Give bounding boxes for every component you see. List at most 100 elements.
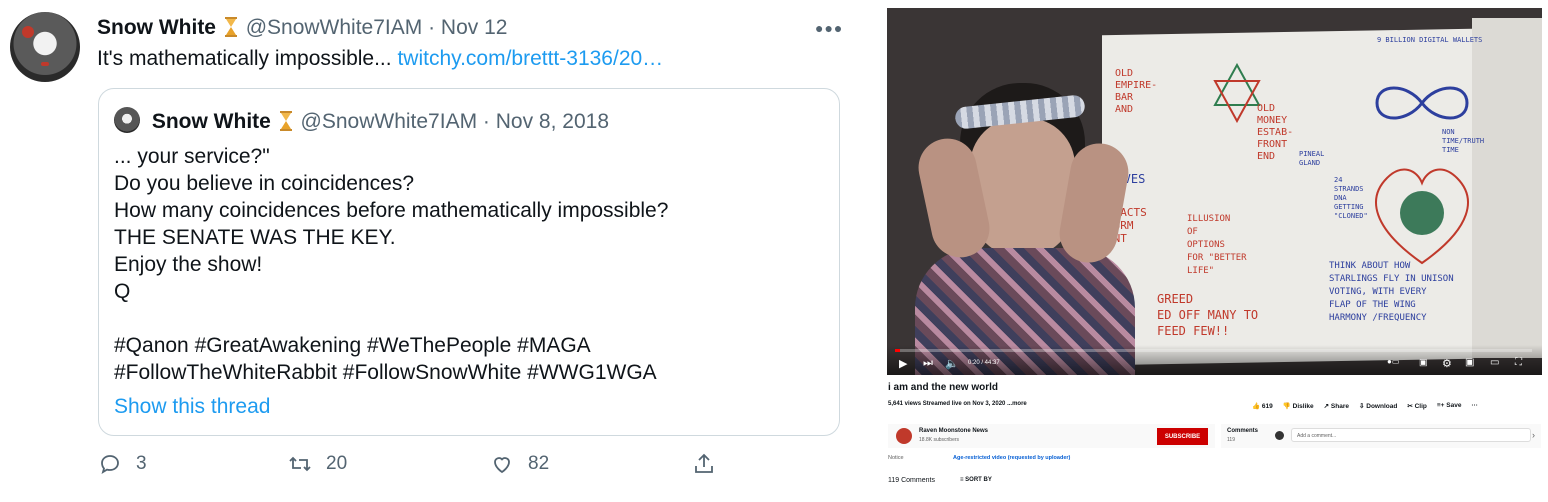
tweet-header: Snow White @SnowWhite7IAM · Nov 12 xyxy=(97,16,507,40)
comments-count: 119 Comments xyxy=(888,477,935,484)
hourglass-icon xyxy=(279,111,292,131)
tweet-link[interactable]: twitchy.com/brettt-3136/20… xyxy=(397,47,663,70)
notice-value[interactable]: Age-restricted video (requested by uploa… xyxy=(953,455,1070,461)
share-icon xyxy=(695,453,713,473)
volume-icon[interactable]: 🔈 xyxy=(945,357,959,370)
quoted-tweet[interactable]: Snow White @SnowWhite7IAM · Nov 8, 2018 … xyxy=(98,88,840,436)
more-icon[interactable]: ●●● xyxy=(815,20,843,36)
download-button[interactable]: ⇩ Download xyxy=(1359,402,1397,410)
notice-label: Notice xyxy=(888,455,904,461)
board-text-pineal: PINEAL GLAND xyxy=(1299,150,1325,167)
board-text-think: THINK ABOUT HOW STARLINGS FLY IN UNISON … xyxy=(1329,261,1454,323)
board-text-time: NON TIME/TRUTH TIME xyxy=(1442,128,1485,154)
more-actions-icon[interactable]: ··· xyxy=(1471,402,1478,410)
miniplayer-icon[interactable]: ▣ xyxy=(1465,357,1474,368)
clip-button[interactable]: ✂ Clip xyxy=(1407,402,1427,410)
autoplay-toggle[interactable]: ●▭ xyxy=(1387,357,1399,366)
quoted-author-avatar xyxy=(114,107,140,133)
star-of-david-drawing xyxy=(1213,63,1261,123)
play-icon[interactable]: ▶ xyxy=(899,357,907,370)
author-name[interactable]: Snow White xyxy=(97,16,216,39)
dislike-label: Dislike xyxy=(1292,403,1314,410)
like-count: 82 xyxy=(528,453,550,474)
progress-fill xyxy=(895,349,900,352)
show-thread-link[interactable]: Show this thread xyxy=(114,395,270,419)
quoted-line: THE SENATE WAS THE KEY. xyxy=(114,226,396,249)
time-display: 0:20 / 44:37 xyxy=(968,360,1000,366)
board-text-billion: 9 BILLION DIGITAL WALLETS xyxy=(1377,36,1483,44)
fullscreen-icon[interactable]: ⛶ xyxy=(1515,357,1522,368)
user-avatar xyxy=(1275,431,1284,440)
board-text-illusion: ILLUSION OF OPTIONS FOR "BETTER LIFE" xyxy=(1187,214,1247,276)
theater-icon[interactable]: ▭ xyxy=(1490,357,1499,368)
quoted-tweet-header: Snow White @SnowWhite7IAM · Nov 8, 2018 xyxy=(114,107,609,134)
tweet: Snow White @SnowWhite7IAM · Nov 12 ●●● I… xyxy=(0,0,862,502)
player-controls: ▶ ⏭ 🔈 0:20 / 44:37 ●▭ ▣ ⚙ ▣ ▭ ⛶ xyxy=(887,345,1542,375)
quoted-line-hashtags: #FollowTheWhiteRabbit #FollowSnowWhite #… xyxy=(114,361,657,384)
infinity-drawing xyxy=(1375,86,1469,120)
tweet-actions: 3 20 82 xyxy=(98,452,738,482)
avatar-lips xyxy=(41,62,49,66)
progress-bar[interactable] xyxy=(895,349,1532,352)
retweet-icon xyxy=(289,456,311,472)
next-icon[interactable]: ⏭ xyxy=(923,357,933,370)
heart-icon xyxy=(494,457,510,474)
board-text-strands: 24 STRANDS DNA GETTING "CLONED" xyxy=(1334,176,1368,220)
like-button[interactable]: 82 xyxy=(490,452,549,476)
whiteboard-right xyxy=(1472,18,1542,358)
quoted-line-hashtags: #Qanon #GreatAwakening #WeThePeople #MAG… xyxy=(114,334,591,357)
reply-button[interactable]: 3 xyxy=(98,452,147,476)
share-button[interactable]: ↗ Share xyxy=(1324,402,1349,410)
quoted-tweet-date: · Nov 8, 2018 xyxy=(482,110,609,133)
youtube-panel: OLD EMPIRE- BAR AND OLD MONEY ESTAB- FRO… xyxy=(887,0,1548,502)
quoted-line: Q xyxy=(114,280,131,303)
retweet-button[interactable]: 20 xyxy=(288,452,347,476)
tweet-date[interactable]: · Nov 12 xyxy=(428,16,507,39)
quoted-line: Do you believe in coincidences? xyxy=(114,172,415,195)
settings-gear-icon[interactable]: ⚙ xyxy=(1442,357,1452,370)
dislike-button[interactable]: 👎 Dislike xyxy=(1283,402,1314,410)
board-text-greed: GREED ED OFF MANY TO FEED FEW!! xyxy=(1157,292,1259,338)
tweet-body: It's mathematically impossible... xyxy=(97,47,398,70)
heart-earth-drawing xyxy=(1375,168,1469,265)
share-label: Share xyxy=(1330,403,1349,410)
quoted-line: How many coincidences before mathematica… xyxy=(114,199,669,222)
comments-label: Comments xyxy=(1227,428,1259,434)
comments-panel[interactable]: Comments 119 Add a comment... › xyxy=(1221,424,1541,448)
author-avatar[interactable] xyxy=(10,12,80,82)
channel-box: Raven Moonstone News 18.8K subscribers S… xyxy=(888,424,1215,448)
quoted-line: ... your service?" xyxy=(114,145,270,168)
save-button[interactable]: ≡+ Save xyxy=(1437,402,1462,410)
comment-input[interactable]: Add a comment... xyxy=(1291,428,1531,442)
quoted-line: Enjoy the show! xyxy=(114,253,263,276)
like-count: 619 xyxy=(1261,403,1273,410)
channel-avatar[interactable] xyxy=(896,428,912,444)
reply-count: 3 xyxy=(136,453,147,474)
chevron-right-icon[interactable]: › xyxy=(1532,430,1535,440)
author-handle[interactable]: @SnowWhite7IAM xyxy=(246,16,423,39)
board-text-money: OLD MONEY ESTAB- FRONT END xyxy=(1257,103,1294,162)
quoted-line xyxy=(114,305,668,332)
clip-label: Clip xyxy=(1414,403,1427,410)
video-player[interactable]: OLD EMPIRE- BAR AND OLD MONEY ESTAB- FRO… xyxy=(887,8,1542,375)
share-button[interactable] xyxy=(692,452,716,476)
video-title: i am and the new world xyxy=(888,382,999,393)
sort-by-button[interactable]: ≡ SORT BY xyxy=(960,477,992,483)
quoted-tweet-body: ... your service?" Do you believe in coi… xyxy=(114,143,668,386)
channel-name[interactable]: Raven Moonstone News xyxy=(919,428,988,434)
video-actions: 👍 619 👎 Dislike ↗ Share ⇩ Download ✂ Cli… xyxy=(1252,402,1478,410)
quoted-author-handle: @SnowWhite7IAM xyxy=(300,110,478,133)
captions-icon[interactable]: ▣ xyxy=(1419,357,1428,368)
comments-panel-count: 119 xyxy=(1227,437,1235,443)
tweet-text: It's mathematically impossible... twitch… xyxy=(97,47,663,71)
reply-icon xyxy=(101,455,119,474)
save-label: Save xyxy=(1446,402,1462,409)
download-label: Download xyxy=(1366,403,1398,410)
video-meta[interactable]: 5,641 views Streamed live on Nov 3, 2020… xyxy=(888,401,1027,407)
retweet-count: 20 xyxy=(326,453,348,474)
subscribe-button[interactable]: SUBSCRIBE xyxy=(1157,428,1208,445)
like-button[interactable]: 👍 619 xyxy=(1252,402,1273,410)
sort-by-label: SORT BY xyxy=(965,477,992,483)
hourglass-icon xyxy=(224,17,237,37)
subscriber-count: 18.8K subscribers xyxy=(919,437,960,443)
